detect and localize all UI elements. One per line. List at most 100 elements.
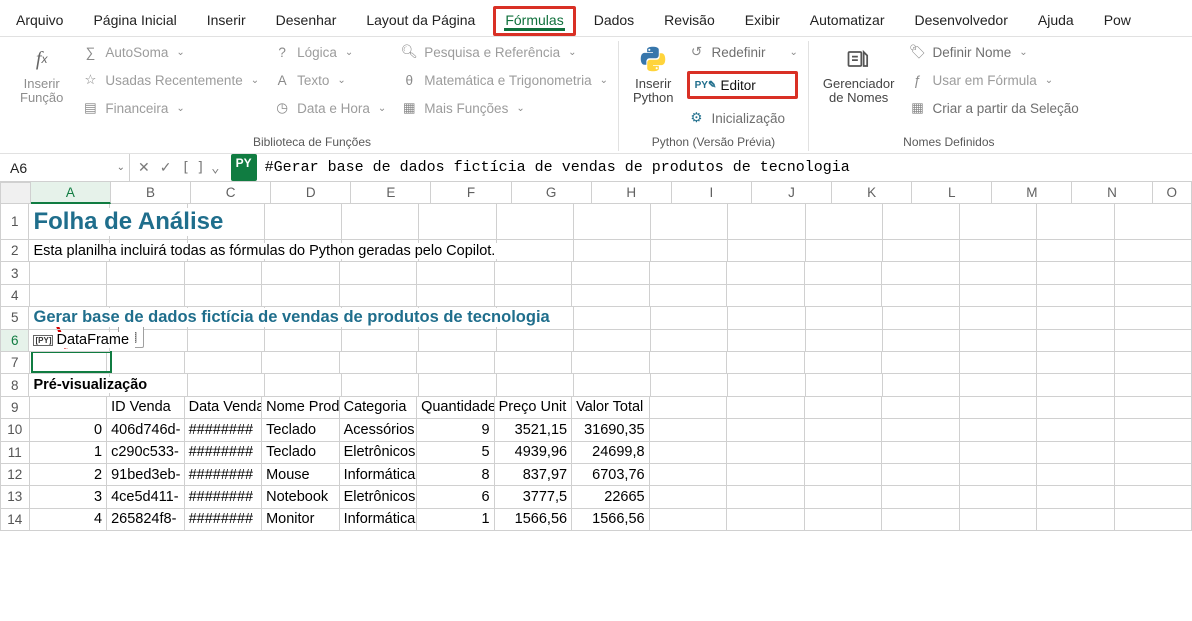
cell[interactable] — [1115, 204, 1192, 240]
colhdr-J[interactable]: J — [752, 182, 832, 204]
cell[interactable] — [497, 330, 574, 352]
menu-tab-formulas[interactable]: Fórmulas — [493, 6, 575, 36]
table-cell[interactable]: Teclado — [262, 442, 340, 464]
cell[interactable] — [960, 262, 1038, 284]
cell[interactable] — [650, 464, 728, 486]
table-header[interactable]: Data Venda — [185, 397, 263, 419]
cell[interactable] — [727, 352, 805, 374]
cell[interactable] — [960, 204, 1037, 240]
cell[interactable] — [1037, 464, 1115, 486]
cell[interactable] — [1115, 486, 1192, 508]
cell[interactable] — [650, 352, 728, 374]
table-cell[interactable]: 9 — [417, 419, 495, 441]
table-header[interactable]: Valor Total — [572, 397, 650, 419]
cell[interactable] — [1037, 240, 1114, 262]
table-cell[interactable]: ######## — [185, 419, 263, 441]
cell[interactable] — [882, 397, 960, 419]
cell[interactable] — [650, 262, 728, 284]
cell[interactable] — [960, 285, 1038, 307]
colhdr-A[interactable]: A — [31, 182, 111, 204]
cell[interactable] — [960, 464, 1038, 486]
table-cell[interactable]: 1566,56 — [495, 509, 573, 531]
table-cell[interactable]: 837,97 — [495, 464, 573, 486]
menu-tab-pagina-inicial[interactable]: Página Inicial — [81, 6, 188, 36]
cell[interactable] — [417, 352, 495, 374]
cell[interactable] — [805, 262, 883, 284]
table-header[interactable]: Quantidade — [417, 397, 495, 419]
table-cell[interactable]: ######## — [185, 442, 263, 464]
cell[interactable] — [727, 285, 805, 307]
cell[interactable] — [340, 262, 418, 284]
cell[interactable] — [30, 352, 108, 374]
cell[interactable] — [342, 374, 419, 396]
table-cell[interactable]: Mouse — [262, 464, 340, 486]
table-cell[interactable]: Monitor — [262, 509, 340, 531]
cell[interactable] — [185, 352, 263, 374]
table-cell[interactable]: 4939,96 — [495, 442, 573, 464]
cell[interactable] — [1037, 419, 1115, 441]
rowhdr-14[interactable]: 14 — [0, 509, 30, 531]
rowhdr-1[interactable]: 1 — [0, 204, 29, 240]
redefinir-button[interactable]: ↺ Redefinir ⌄ — [687, 43, 797, 61]
cell[interactable] — [960, 330, 1037, 352]
cell[interactable] — [883, 307, 960, 329]
cell[interactable] — [727, 509, 805, 531]
cell[interactable] — [882, 419, 960, 441]
colhdr-B[interactable]: B — [111, 182, 191, 204]
table-cell[interactable]: ######## — [185, 486, 263, 508]
cell[interactable] — [651, 204, 728, 240]
colhdr-N[interactable]: N — [1072, 182, 1152, 204]
cell[interactable] — [574, 204, 651, 240]
cell[interactable] — [882, 262, 960, 284]
cell[interactable] — [650, 285, 728, 307]
table-cell[interactable]: 6 — [417, 486, 495, 508]
table-cell[interactable]: 3521,15 — [495, 419, 573, 441]
table-header[interactable]: Nome Produto — [262, 397, 340, 419]
cell[interactable] — [574, 307, 651, 329]
cell[interactable] — [960, 240, 1037, 262]
menu-tab-dados[interactable]: Dados — [582, 6, 646, 36]
usadas-recentemente-button[interactable]: ☆Usadas Recentemente⌄ — [81, 71, 259, 89]
confirm-formula-icon[interactable]: ✓ — [160, 159, 172, 176]
cell[interactable] — [882, 442, 960, 464]
colhdr-E[interactable]: E — [351, 182, 431, 204]
cell[interactable] — [262, 285, 340, 307]
colhdr-H[interactable]: H — [592, 182, 672, 204]
autosoma-button[interactable]: ∑AutoSoma⌄ — [81, 43, 259, 61]
cell[interactable] — [806, 204, 883, 240]
colhdr-M[interactable]: M — [992, 182, 1072, 204]
cell[interactable] — [727, 419, 805, 441]
table-cell[interactable]: 91bed3eb- — [107, 464, 185, 486]
cell[interactable] — [342, 204, 419, 240]
cell[interactable] — [185, 285, 263, 307]
rowhdr-12[interactable]: 12 — [0, 464, 30, 486]
cell[interactable] — [265, 374, 342, 396]
name-box[interactable]: A6 ⌄ — [0, 154, 130, 181]
section-header-cell[interactable]: Gerar base de dados fictícia de vendas d… — [29, 307, 110, 329]
menu-tab-exibir[interactable]: Exibir — [733, 6, 792, 36]
menu-tab-automatizar[interactable]: Automatizar — [798, 6, 897, 36]
table-cell[interactable]: 22665 — [572, 486, 650, 508]
rowhdr-5[interactable]: 5 — [0, 307, 29, 329]
cell[interactable] — [572, 262, 650, 284]
cell[interactable] — [960, 397, 1038, 419]
menu-tab-desenhar[interactable]: Desenhar — [264, 6, 349, 36]
cell[interactable] — [572, 285, 650, 307]
rowhdr-3[interactable]: 3 — [0, 262, 30, 284]
cancel-formula-icon[interactable]: ✕ — [138, 159, 150, 176]
table-cell[interactable]: 4ce5d411- — [107, 486, 185, 508]
table-cell[interactable]: Informática — [340, 509, 418, 531]
formula-input[interactable]: #Gerar base de dados fictícia de vendas … — [261, 154, 1192, 181]
cell[interactable] — [728, 374, 805, 396]
cell[interactable] — [805, 397, 883, 419]
cell[interactable] — [1037, 262, 1115, 284]
rowhdr-6[interactable]: 6 — [0, 330, 29, 352]
table-cell[interactable]: ######## — [185, 509, 263, 531]
colhdr-G[interactable]: G — [512, 182, 592, 204]
rowhdr-4[interactable]: 4 — [0, 285, 30, 307]
cell[interactable] — [262, 262, 340, 284]
cell[interactable] — [805, 509, 883, 531]
cell[interactable] — [882, 285, 960, 307]
cell[interactable] — [1037, 442, 1115, 464]
cell[interactable] — [1037, 330, 1114, 352]
